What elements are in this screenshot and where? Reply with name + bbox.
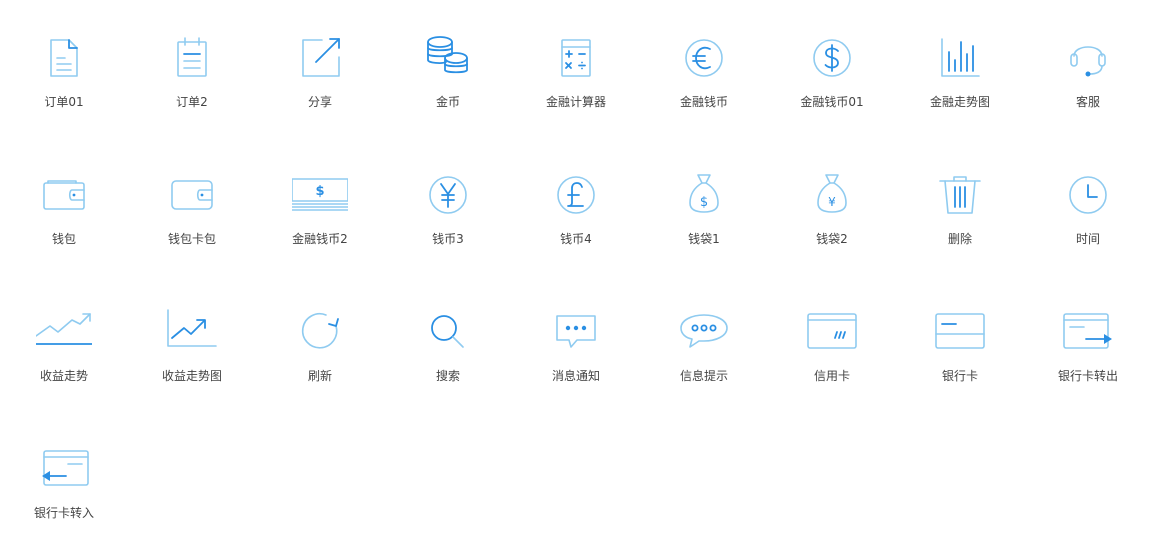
icon-label: 收益走势 [39, 369, 88, 383]
icon-label: 钱袋1 [688, 232, 720, 246]
dollar-coin-icon [804, 30, 860, 86]
chat-bubble-icon [676, 304, 732, 360]
icon-label: 银行卡转入 [33, 506, 94, 520]
icon-tile[interactable]: 收益走势 [0, 282, 128, 402]
clock-icon [1060, 167, 1116, 223]
credit-card-icon [804, 304, 860, 360]
icon-label: 消息通知 [551, 369, 600, 383]
svg-text:¥: ¥ [828, 195, 836, 209]
icon-label: 删除 [947, 232, 972, 246]
search-icon [420, 304, 476, 360]
banknote-stack-icon: $ [292, 167, 348, 223]
icon-tile[interactable]: 金融走势图 [896, 8, 1024, 128]
icon-label: 信用卡 [813, 369, 850, 383]
calculator-icon [548, 30, 604, 86]
icon-tile[interactable]: $ 钱袋1 [640, 145, 768, 265]
icon-label: 订单2 [176, 95, 208, 109]
icon-label: 时间 [1075, 232, 1100, 246]
icon-label: 钱币4 [560, 232, 592, 246]
trend-line-icon [36, 304, 92, 360]
icon-label: 钱包卡包 [167, 232, 216, 246]
icon-tile[interactable]: 金融钱币 [640, 8, 768, 128]
icon-tile[interactable]: 金币 [384, 8, 512, 128]
icon-label: 银行卡转出 [1057, 369, 1118, 383]
bank-card-icon [932, 304, 988, 360]
dollar-money-bag-icon: $ [676, 167, 732, 223]
card-transfer-out-icon [1060, 304, 1116, 360]
wallet-card-icon [164, 167, 220, 223]
icon-tile[interactable]: 信用卡 [768, 282, 896, 402]
headset-icon [1060, 30, 1116, 86]
icon-tile[interactable]: 消息通知 [512, 282, 640, 402]
icon-tile[interactable]: 收益走势图 [128, 282, 256, 402]
yen-money-bag-icon: ¥ [804, 167, 860, 223]
icon-label: 钱袋2 [816, 232, 848, 246]
order-document-icon [36, 30, 92, 86]
icon-grid: 订单01 订单2 分享 金币 金融计算器 金融钱币 金融钱币01 金融走势图 客… [0, 0, 1152, 548]
icon-tile[interactable]: 分享 [256, 8, 384, 128]
icon-tile[interactable]: 信息提示 [640, 282, 768, 402]
icon-label: 钱包 [51, 232, 76, 246]
icon-tile[interactable]: 钱币3 [384, 145, 512, 265]
icon-label: 金融走势图 [929, 95, 990, 109]
icon-label: 金融钱币2 [292, 232, 348, 246]
icon-tile[interactable]: $ 金融钱币2 [256, 145, 384, 265]
icon-tile[interactable]: 订单2 [128, 8, 256, 128]
icon-tile[interactable]: 金融钱币01 [768, 8, 896, 128]
share-arrow-icon [292, 30, 348, 86]
icon-tile[interactable]: 钱包卡包 [128, 145, 256, 265]
icon-tile[interactable]: 银行卡转入 [0, 419, 128, 539]
icon-tile[interactable]: ¥ 钱袋2 [768, 145, 896, 265]
icon-label: 信息提示 [679, 369, 728, 383]
icon-tile[interactable]: 银行卡 [896, 282, 1024, 402]
icon-label: 银行卡 [941, 369, 978, 383]
icon-tile[interactable]: 银行卡转出 [1024, 282, 1152, 402]
icon-tile[interactable]: 搜索 [384, 282, 512, 402]
yen-coin-icon [420, 167, 476, 223]
icon-label: 订单01 [44, 95, 84, 109]
icon-label: 客服 [1075, 95, 1100, 109]
order-notepad-icon [164, 30, 220, 86]
icon-tile[interactable]: 金融计算器 [512, 8, 640, 128]
icon-label: 刷新 [307, 369, 332, 383]
card-transfer-in-icon [36, 441, 92, 497]
svg-text:$: $ [315, 184, 324, 199]
icon-label: 金币 [435, 95, 460, 109]
icon-tile[interactable]: 刷新 [256, 282, 384, 402]
icon-tile[interactable]: 订单01 [0, 8, 128, 128]
refresh-icon [292, 304, 348, 360]
icon-label: 金融计算器 [545, 95, 606, 109]
trend-chart-icon [164, 304, 220, 360]
wallet-icon [36, 167, 92, 223]
message-bubble-icon [548, 304, 604, 360]
icon-tile[interactable]: 客服 [1024, 8, 1152, 128]
euro-coin-icon [676, 30, 732, 86]
icon-tile[interactable]: 钱币4 [512, 145, 640, 265]
trash-icon [932, 167, 988, 223]
icon-label: 金融钱币01 [800, 95, 864, 109]
icon-label: 分享 [307, 95, 332, 109]
icon-label: 搜索 [435, 369, 460, 383]
icon-tile[interactable]: 钱包 [0, 145, 128, 265]
icon-label: 金融钱币 [679, 95, 728, 109]
icon-label: 收益走势图 [161, 369, 222, 383]
icon-tile[interactable]: 时间 [1024, 145, 1152, 265]
pound-coin-icon [548, 167, 604, 223]
bar-chart-icon [932, 30, 988, 86]
icon-label: 钱币3 [432, 232, 464, 246]
icon-tile[interactable]: 删除 [896, 145, 1024, 265]
coin-stack-icon [420, 30, 476, 86]
svg-text:$: $ [700, 195, 708, 210]
